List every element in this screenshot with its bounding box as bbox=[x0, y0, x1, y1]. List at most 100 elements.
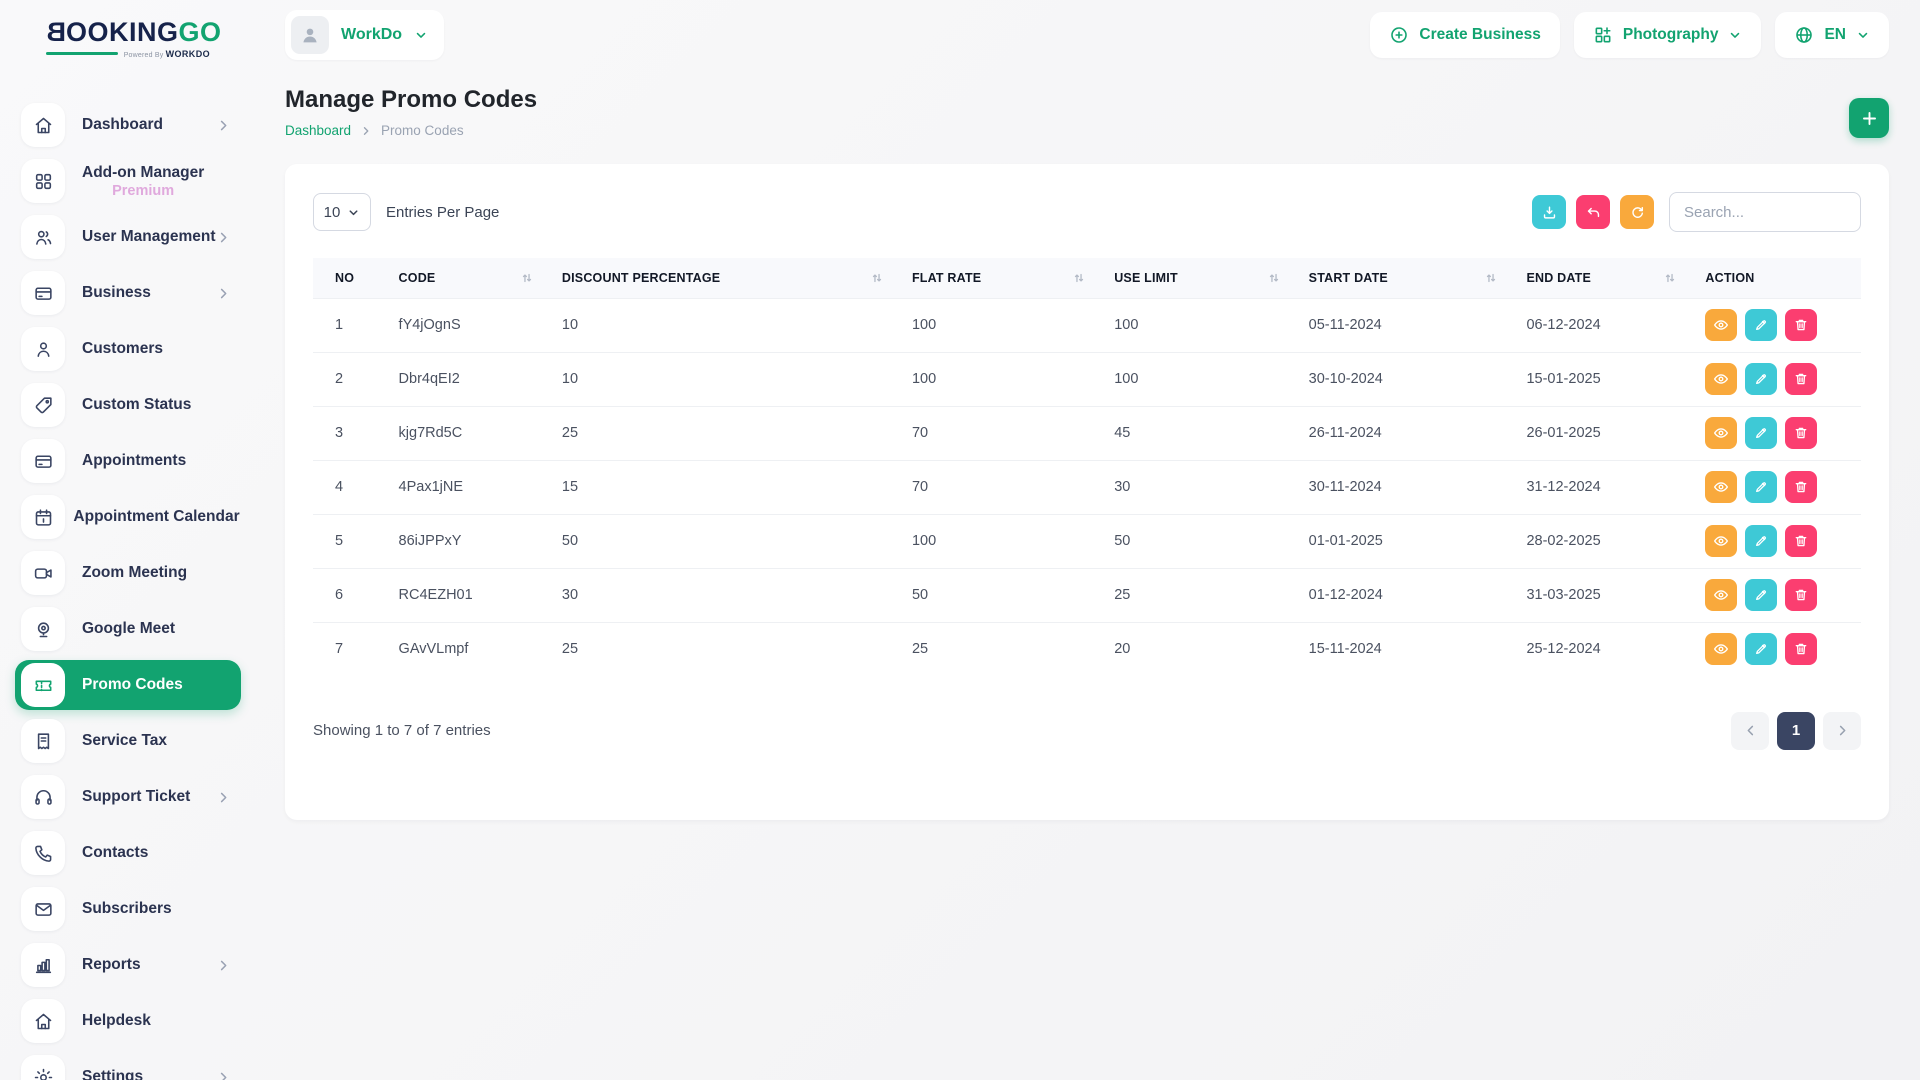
column-header[interactable]: ACTION bbox=[1705, 258, 1861, 298]
chevron-down-icon bbox=[1856, 28, 1870, 42]
chevron-right-icon bbox=[216, 118, 231, 133]
page-number-button[interactable]: 1 bbox=[1777, 712, 1815, 750]
refresh-icon bbox=[1629, 204, 1646, 221]
person-icon bbox=[21, 327, 65, 371]
cell-discount: 30 bbox=[562, 568, 912, 622]
language-dropdown[interactable]: EN bbox=[1775, 12, 1889, 58]
sidebar-item[interactable]: Business bbox=[15, 268, 241, 318]
cell-use-limit: 25 bbox=[1114, 568, 1308, 622]
workspace-name: WorkDo bbox=[341, 26, 402, 44]
table-row: 6 RC4EZH01 30 50 25 01-12-2024 31-03-202… bbox=[313, 568, 1861, 622]
view-button[interactable] bbox=[1705, 417, 1737, 449]
sidebar-item[interactable]: Settings bbox=[15, 1052, 241, 1080]
delete-button[interactable] bbox=[1785, 309, 1817, 341]
edit-button[interactable] bbox=[1745, 633, 1777, 665]
eye-icon bbox=[1713, 479, 1729, 495]
sidebar-item[interactable]: Promo Codes bbox=[15, 660, 241, 710]
sidebar-item[interactable]: Helpdesk bbox=[15, 996, 241, 1046]
cell-no: 3 bbox=[313, 406, 399, 460]
breadcrumb-current: Promo Codes bbox=[381, 123, 464, 138]
sidebar-item[interactable]: Appointment Calendar bbox=[15, 492, 241, 542]
edit-button[interactable] bbox=[1745, 525, 1777, 557]
sidebar-item[interactable]: Subscribers bbox=[15, 884, 241, 934]
eye-icon bbox=[1713, 425, 1729, 441]
table-row: 3 kjg7Rd5C 25 70 45 26-11-2024 26-01-202… bbox=[313, 406, 1861, 460]
export-button[interactable] bbox=[1532, 195, 1566, 229]
edit-button[interactable] bbox=[1745, 417, 1777, 449]
reset-button[interactable] bbox=[1576, 195, 1610, 229]
delete-button[interactable] bbox=[1785, 633, 1817, 665]
previous-page-button[interactable] bbox=[1731, 712, 1769, 750]
entries-per-page-label: Entries Per Page bbox=[386, 204, 499, 221]
cell-flat-rate: 70 bbox=[912, 460, 1114, 514]
cell-use-limit: 50 bbox=[1114, 514, 1308, 568]
eye-icon bbox=[1713, 641, 1729, 657]
edit-button[interactable] bbox=[1745, 579, 1777, 611]
sidebar-item[interactable]: Google Meet bbox=[15, 604, 241, 654]
edit-button[interactable] bbox=[1745, 363, 1777, 395]
column-header[interactable]: END DATE bbox=[1526, 258, 1705, 298]
cell-start-date: 30-11-2024 bbox=[1309, 460, 1527, 514]
entries-per-page-select[interactable]: 10 bbox=[313, 193, 371, 231]
column-header[interactable]: CODE bbox=[399, 258, 562, 298]
sidebar-item[interactable]: Add-on Manager Premium bbox=[15, 156, 241, 206]
delete-button[interactable] bbox=[1785, 471, 1817, 503]
home-icon bbox=[21, 999, 65, 1043]
logo-link[interactable]: BOOKINGGO Powered By WORKDO bbox=[0, 0, 250, 80]
logo-underline bbox=[46, 52, 118, 55]
sidebar-item[interactable]: Customers bbox=[15, 324, 241, 374]
next-page-button[interactable] bbox=[1823, 712, 1861, 750]
view-button[interactable] bbox=[1705, 471, 1737, 503]
sort-icon bbox=[1663, 271, 1677, 285]
trash-icon bbox=[1793, 425, 1809, 441]
sidebar-item[interactable]: User Management bbox=[15, 212, 241, 262]
view-button[interactable] bbox=[1705, 633, 1737, 665]
chevron-right-icon bbox=[360, 125, 372, 137]
sidebar-item[interactable]: Appointments bbox=[15, 436, 241, 486]
sidebar-item[interactable]: Contacts bbox=[15, 828, 241, 878]
column-header[interactable]: FLAT RATE bbox=[912, 258, 1114, 298]
refresh-button[interactable] bbox=[1620, 195, 1654, 229]
delete-button[interactable] bbox=[1785, 417, 1817, 449]
search-input[interactable] bbox=[1669, 192, 1861, 232]
workspace-switcher[interactable]: WorkDo bbox=[285, 10, 444, 60]
edit-button[interactable] bbox=[1745, 309, 1777, 341]
business-category-dropdown[interactable]: Photography bbox=[1574, 12, 1762, 58]
sidebar-item[interactable]: Zoom Meeting bbox=[15, 548, 241, 598]
column-header[interactable]: USE LIMIT bbox=[1114, 258, 1308, 298]
cell-code: RC4EZH01 bbox=[399, 568, 562, 622]
delete-button[interactable] bbox=[1785, 363, 1817, 395]
cell-end-date: 31-03-2025 bbox=[1526, 568, 1705, 622]
delete-button[interactable] bbox=[1785, 579, 1817, 611]
cell-discount: 25 bbox=[562, 406, 912, 460]
column-header[interactable]: DISCOUNT PERCENTAGE bbox=[562, 258, 912, 298]
column-header[interactable]: START DATE bbox=[1309, 258, 1527, 298]
chevron-right-icon bbox=[216, 790, 231, 805]
view-button[interactable] bbox=[1705, 309, 1737, 341]
add-promo-code-button[interactable] bbox=[1849, 98, 1889, 138]
table-row: 5 86iJPPxY 50 100 50 01-01-2025 28-02-20… bbox=[313, 514, 1861, 568]
sidebar-item[interactable]: Reports bbox=[15, 940, 241, 990]
create-business-button[interactable]: Create Business bbox=[1370, 12, 1559, 58]
delete-button[interactable] bbox=[1785, 525, 1817, 557]
view-button[interactable] bbox=[1705, 363, 1737, 395]
table-row: 1 fY4jOgnS 10 100 100 05-11-2024 06-12-2… bbox=[313, 298, 1861, 352]
tag-icon bbox=[21, 383, 65, 427]
sidebar-item[interactable]: Service Tax bbox=[15, 716, 241, 766]
chevron-right-icon bbox=[1835, 723, 1850, 738]
cell-no: 4 bbox=[313, 460, 399, 514]
cell-no: 2 bbox=[313, 352, 399, 406]
cell-discount: 25 bbox=[562, 622, 912, 676]
globe-icon bbox=[1794, 25, 1814, 45]
eye-icon bbox=[1713, 317, 1729, 333]
breadcrumb-dashboard-link[interactable]: Dashboard bbox=[285, 123, 351, 138]
cell-discount: 10 bbox=[562, 352, 912, 406]
cell-no: 6 bbox=[313, 568, 399, 622]
view-button[interactable] bbox=[1705, 525, 1737, 557]
sidebar-item[interactable]: Custom Status bbox=[15, 380, 241, 430]
column-header[interactable]: NO bbox=[313, 258, 399, 298]
edit-button[interactable] bbox=[1745, 471, 1777, 503]
sidebar-item[interactable]: Dashboard bbox=[15, 100, 241, 150]
sidebar-item[interactable]: Support Ticket bbox=[15, 772, 241, 822]
view-button[interactable] bbox=[1705, 579, 1737, 611]
